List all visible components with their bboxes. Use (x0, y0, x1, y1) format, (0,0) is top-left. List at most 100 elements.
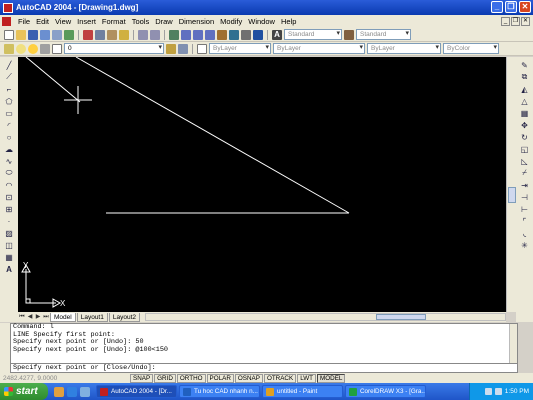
menu-draw[interactable]: Draw (152, 17, 176, 26)
coordinate-readout[interactable]: 2482.4277, 9.0000 (0, 375, 130, 382)
help-icon[interactable] (253, 29, 263, 40)
layer-on-icon[interactable] (16, 43, 26, 54)
spline-icon[interactable]: ∿ (4, 156, 14, 166)
tray-network-icon[interactable] (484, 388, 492, 395)
menu-tools[interactable]: Tools (129, 17, 153, 26)
restore-button[interactable]: ❐ (505, 1, 517, 13)
revision-cloud-icon[interactable]: ☁ (4, 144, 14, 154)
model-toggle[interactable]: MODEL (317, 373, 346, 383)
menu-file[interactable]: File (15, 17, 33, 26)
array-icon[interactable]: ▦ (520, 108, 530, 118)
redo-icon[interactable] (150, 29, 160, 40)
menu-format[interactable]: Format (99, 17, 129, 26)
dim-style-dropdown[interactable]: Standard (356, 29, 411, 40)
undo-icon[interactable] (138, 29, 148, 40)
autocad-app-icon[interactable] (3, 2, 13, 13)
hatch-icon[interactable]: ▨ (4, 228, 14, 238)
color-dropdown[interactable]: ByLayer (209, 43, 271, 54)
ellipse-arc-icon[interactable]: ◠ (4, 180, 14, 190)
lwt-toggle[interactable]: LWT (297, 373, 317, 383)
task-autocad[interactable]: AutoCAD 2004 - [Dr... (96, 385, 177, 398)
prev-tab-button[interactable]: ◀ (26, 313, 34, 321)
menu-modify[interactable]: Modify (217, 17, 245, 26)
break-at-point-icon[interactable]: ⊣ (520, 192, 530, 202)
copy-object-icon[interactable]: ⧉ (520, 72, 530, 82)
horizontal-scrollbar[interactable] (145, 313, 506, 321)
line-segment-upper[interactable] (25, 56, 81, 103)
command-input-line[interactable]: Specify next point or [Close/Undo]: (10, 364, 518, 373)
rotate-icon[interactable]: ↻ (520, 132, 530, 142)
design-center-icon[interactable] (229, 29, 239, 40)
properties-icon[interactable] (217, 29, 227, 40)
polar-toggle[interactable]: POLAR (206, 373, 234, 383)
print-icon[interactable] (40, 29, 50, 40)
tab-model[interactable]: Model (50, 312, 76, 322)
rectangle-icon[interactable]: ▭ (4, 108, 14, 118)
drawing-area[interactable]: Y X (18, 56, 506, 312)
doc-restore-button[interactable]: ❐ (511, 17, 520, 26)
save-icon[interactable] (28, 29, 38, 40)
zoom-previous-icon[interactable] (205, 29, 215, 40)
line-segment-diagonal[interactable] (75, 56, 350, 214)
osnap-toggle[interactable]: OSNAP (234, 373, 263, 383)
menu-dimension[interactable]: Dimension (176, 17, 217, 26)
erase-icon[interactable]: ✎ (520, 60, 530, 70)
menu-window[interactable]: Window (245, 17, 278, 26)
quicklaunch-ie-icon[interactable] (67, 386, 77, 397)
layer-manager-icon[interactable] (4, 43, 14, 54)
close-button[interactable]: ✕ (519, 1, 531, 13)
first-tab-button[interactable]: ⏮ (18, 313, 26, 321)
layer-dropdown[interactable]: 0 (64, 43, 164, 54)
arc-icon[interactable]: ◜ (4, 120, 14, 130)
start-button[interactable]: start (0, 383, 48, 400)
layer-thaw-icon[interactable] (28, 43, 38, 54)
zoom-realtime-icon[interactable] (181, 29, 191, 40)
tab-layout1[interactable]: Layout1 (76, 312, 108, 322)
construction-line-icon[interactable]: ⟋ (4, 72, 14, 82)
vertical-scroll-thumb[interactable] (508, 187, 516, 203)
ellipse-icon[interactable]: ⬭ (4, 168, 14, 178)
region-icon[interactable]: ◫ (4, 240, 14, 250)
menu-edit[interactable]: Edit (33, 17, 52, 26)
move-icon[interactable]: ✥ (520, 120, 530, 130)
plot-preview-icon[interactable] (52, 29, 62, 40)
pan-icon[interactable] (169, 29, 179, 40)
snap-toggle[interactable]: SNAP (130, 373, 154, 383)
grid-toggle[interactable]: GRID (154, 373, 176, 383)
zoom-window-icon[interactable] (193, 29, 203, 40)
make-block-icon[interactable]: ⊞ (4, 204, 14, 214)
ortho-toggle[interactable]: ORTHO (176, 373, 206, 383)
text-style-dropdown[interactable]: Standard (284, 29, 342, 40)
polygon-icon[interactable]: ⬠ (4, 96, 14, 106)
plotstyle-dropdown[interactable]: ByColor (443, 43, 499, 54)
break-icon[interactable]: ⊢ (520, 204, 530, 214)
mirror-icon[interactable]: ◭ (520, 84, 530, 94)
copy-icon[interactable] (95, 29, 105, 40)
chamfer-icon[interactable]: ⌜ (520, 216, 530, 226)
otrack-toggle[interactable]: OTRACK (263, 373, 297, 383)
cut-icon[interactable] (83, 29, 93, 40)
menu-help[interactable]: Help (278, 17, 299, 26)
offset-icon[interactable]: △ (520, 96, 530, 106)
task-paint[interactable]: untitled - Paint (262, 385, 343, 398)
insert-block-icon[interactable]: ⊡ (4, 192, 14, 202)
quicklaunch-desktop-icon[interactable] (80, 386, 90, 397)
task-word-document[interactable]: Tu hoc CAD nhanh n... (179, 385, 260, 398)
extend-icon[interactable]: ⇥ (520, 180, 530, 190)
multiline-text-icon[interactable]: A (4, 264, 14, 274)
stretch-icon[interactable]: ◺ (520, 156, 530, 166)
tray-volume-icon[interactable] (494, 388, 502, 395)
polyline-icon[interactable]: ⌐ (4, 84, 14, 94)
horizontal-scroll-thumb[interactable] (376, 314, 426, 320)
lineweight-dropdown[interactable]: ByLayer (367, 43, 441, 54)
fillet-icon[interactable]: ◟ (520, 228, 530, 238)
trim-icon[interactable]: ⌿ (520, 168, 530, 178)
menu-view[interactable]: View (52, 17, 74, 26)
command-window-grip[interactable] (0, 323, 10, 373)
next-tab-button[interactable]: ▶ (34, 313, 42, 321)
line-tool-icon[interactable]: ╱ (4, 60, 14, 70)
publish-icon[interactable] (64, 29, 74, 40)
last-tab-button[interactable]: ⏭ (42, 313, 50, 321)
minimize-button[interactable]: _ (491, 1, 503, 13)
tool-palettes-icon[interactable] (241, 29, 251, 40)
